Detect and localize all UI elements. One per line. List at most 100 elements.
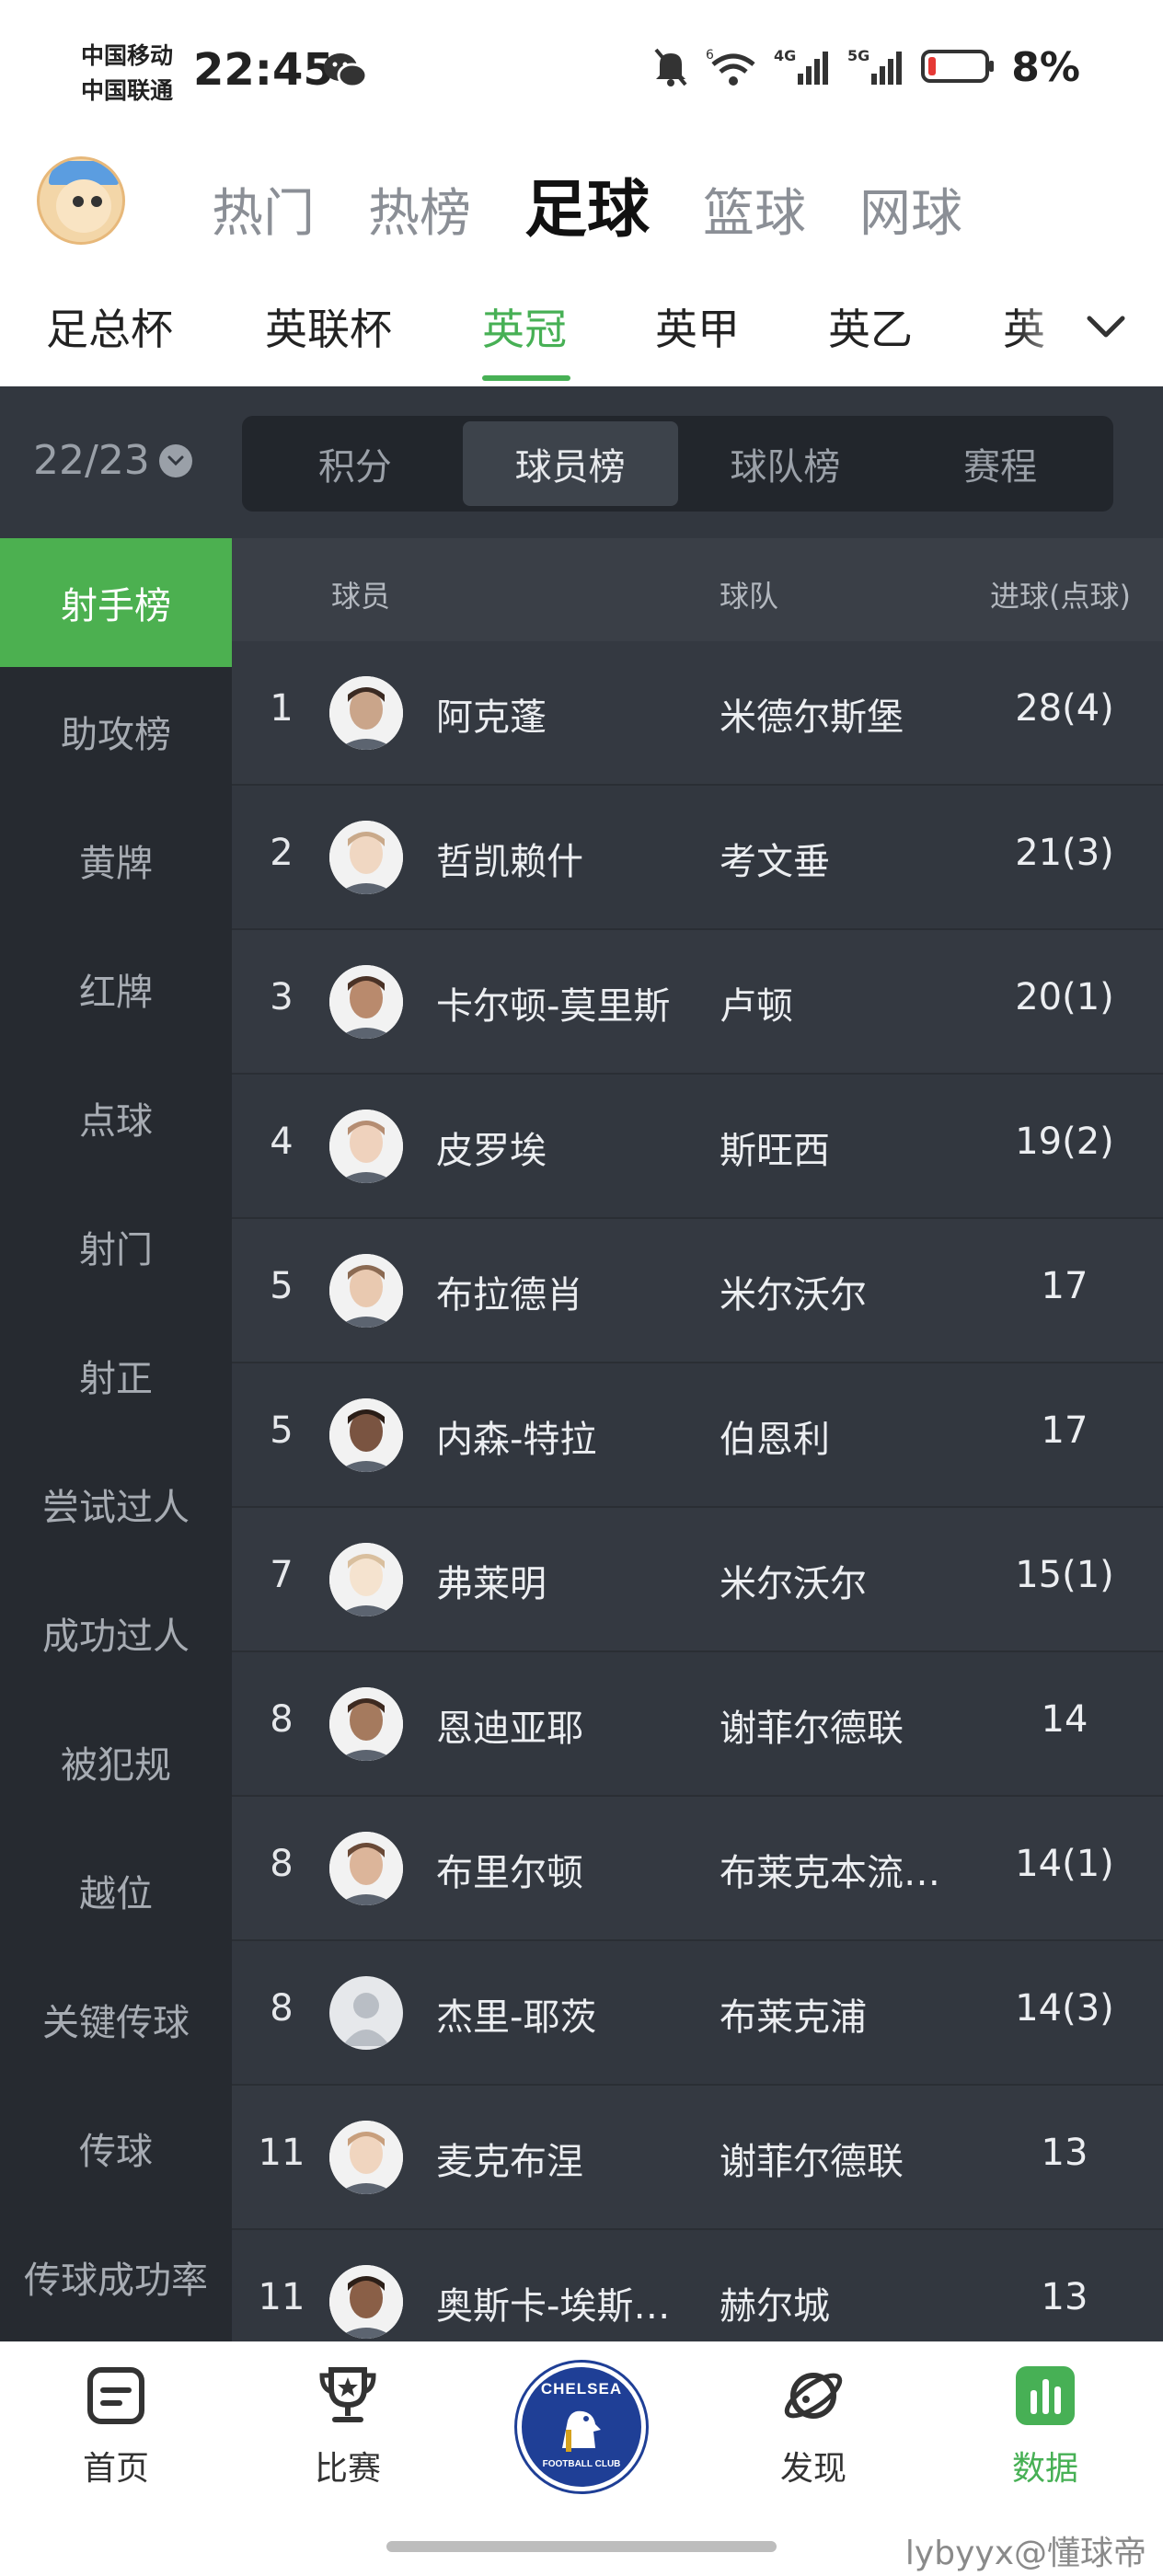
player-team[interactable]: 谢菲尔德联 (720, 1698, 950, 1752)
nav-home[interactable]: 首页 (42, 2363, 190, 2490)
league-expand[interactable] (1016, 267, 1163, 386)
player-team[interactable]: 赫尔城 (720, 2276, 950, 2329)
player-name[interactable]: 弗莱明 (436, 1554, 689, 1607)
sidebar-item-pass-accuracy[interactable]: 传球成功率 (0, 2213, 232, 2341)
player-team[interactable]: 卢顿 (720, 976, 950, 1029)
sidebar-item-shots-on-target[interactable]: 射正 (0, 1311, 232, 1440)
table-row[interactable]: 11 奥斯卡-埃斯… 赫尔城 13 (232, 2230, 1163, 2341)
league-tab-efl-cup[interactable]: 英联杯 (265, 296, 392, 357)
sidebar-item-offsides[interactable]: 越位 (0, 1826, 232, 1955)
player-name[interactable]: 皮罗埃 (436, 1121, 689, 1174)
player-name[interactable]: 麦克布涅 (436, 2132, 689, 2185)
sidebar-item-dribbles-successful[interactable]: 成功过人 (0, 1569, 232, 1697)
seg-standings[interactable]: 积分 (248, 421, 463, 506)
player-goals: 13 (1041, 2276, 1088, 2318)
nav-discover[interactable]: 发现 (740, 2363, 887, 2490)
app-avatar[interactable] (37, 156, 125, 245)
player-name[interactable]: 卡尔顿-莫里斯 (436, 976, 689, 1029)
tab-football[interactable]: 足球 (524, 158, 650, 249)
sidebar-item-key-passes[interactable]: 关键传球 (0, 1955, 232, 2084)
tab-hot[interactable]: 热门 (212, 172, 315, 247)
player-name[interactable]: 阿克蓬 (436, 687, 689, 741)
seg-schedule[interactable]: 赛程 (892, 421, 1108, 506)
table-row[interactable]: 5 布拉德肖 米尔沃尔 17 (232, 1219, 1163, 1363)
sidebar-item-penalties[interactable]: 点球 (0, 1053, 232, 1182)
league-tab-league-one[interactable]: 英甲 (655, 296, 740, 357)
sidebar-item-shots[interactable]: 射门 (0, 1182, 232, 1311)
player-team[interactable]: 米尔沃尔 (720, 1265, 950, 1318)
chevron-down-icon[interactable] (1086, 313, 1126, 344)
player-team[interactable]: 布莱克本流… (720, 1843, 950, 1896)
player-avatar[interactable] (329, 1543, 403, 1616)
player-avatar[interactable] (329, 1976, 403, 2050)
table-row[interactable]: 8 布里尔顿 布莱克本流… 14(1) (232, 1797, 1163, 1941)
player-avatar[interactable] (329, 1832, 403, 1905)
player-team[interactable]: 谢菲尔德联 (720, 2132, 950, 2185)
player-avatar[interactable] (329, 1398, 403, 1472)
sidebar-item-fouled[interactable]: 被犯规 (0, 1697, 232, 1826)
player-rank: 8 (270, 1987, 294, 2030)
player-avatar[interactable] (329, 2265, 403, 2339)
table-header: 球员 球队 进球(点球) (232, 538, 1163, 641)
league-tab-league-two[interactable]: 英乙 (828, 296, 913, 357)
player-avatar[interactable] (329, 1687, 403, 1761)
sidebar-item-red-cards[interactable]: 红牌 (0, 925, 232, 1053)
table-row[interactable]: 8 恩迪亚耶 谢菲尔德联 14 (232, 1652, 1163, 1797)
player-name[interactable]: 布拉德肖 (436, 1265, 689, 1318)
table-row[interactable]: 4 皮罗埃 斯旺西 19(2) (232, 1075, 1163, 1219)
player-avatar[interactable] (329, 1254, 403, 1328)
player-rank: 2 (270, 832, 294, 874)
signal-4g-icon: 4G (774, 46, 831, 90)
table-row[interactable]: 8 杰里-耶茨 布莱克浦 14(3) (232, 1941, 1163, 2086)
tab-basketball[interactable]: 篮球 (703, 172, 806, 247)
view-segment: 积分 球员榜 球队榜 赛程 (242, 416, 1113, 512)
sidebar-item-dribbles-attempted[interactable]: 尝试过人 (0, 1440, 232, 1569)
player-name[interactable]: 布里尔顿 (436, 1843, 689, 1896)
nav-matches[interactable]: 比赛 (274, 2363, 421, 2490)
table-row[interactable]: 1 阿克蓬 米德尔斯堡 28(4) (232, 641, 1163, 786)
mute-icon (652, 46, 689, 90)
league-tab-fa-cup[interactable]: 足总杯 (46, 296, 173, 357)
player-team[interactable]: 斯旺西 (720, 1121, 950, 1174)
top-nav: 热门 热榜 足球 篮球 网球 (0, 138, 1163, 258)
sidebar-item-goals[interactable]: 射手榜 (0, 538, 232, 667)
player-avatar[interactable] (329, 2121, 403, 2194)
season-selector[interactable]: 22/23 (33, 437, 192, 484)
player-avatar[interactable] (329, 676, 403, 750)
player-name[interactable]: 奥斯卡-埃斯… (436, 2276, 689, 2329)
sidebar-item-yellow-cards[interactable]: 黄牌 (0, 796, 232, 925)
sidebar-item-passes[interactable]: 传球 (0, 2084, 232, 2213)
sidebar-item-assists[interactable]: 助攻榜 (0, 667, 232, 796)
table-row[interactable]: 3 卡尔顿-莫里斯 卢顿 20(1) (232, 930, 1163, 1075)
player-team[interactable]: 伯恩利 (720, 1409, 950, 1463)
table-row[interactable]: 5 内森-特拉 伯恩利 17 (232, 1363, 1163, 1508)
nav-data[interactable]: 数据 (972, 2363, 1119, 2490)
trophy-icon (315, 2367, 381, 2432)
table-row[interactable]: 7 弗莱明 米尔沃尔 15(1) (232, 1508, 1163, 1652)
signal-5g-icon: 5G (847, 46, 904, 90)
player-name[interactable]: 哲凯赖什 (436, 832, 689, 885)
main-tabs: 热门 热榜 足球 篮球 网球 (212, 158, 962, 249)
player-goals: 20(1) (1015, 976, 1114, 1018)
player-avatar[interactable] (329, 1110, 403, 1183)
player-team[interactable]: 米德尔斯堡 (720, 687, 950, 741)
club-badge[interactable]: CHELSEA FOOTBALL CLUB (517, 2363, 646, 2491)
player-team[interactable]: 米尔沃尔 (720, 1554, 950, 1607)
player-avatar[interactable] (329, 821, 403, 894)
player-name[interactable]: 内森-特拉 (436, 1409, 689, 1463)
league-tab-championship[interactable]: 英冠 (482, 296, 567, 357)
player-rank: 11 (258, 2276, 305, 2318)
seg-team-ranking[interactable]: 球队榜 (678, 421, 893, 506)
player-team[interactable]: 布莱克浦 (720, 1987, 950, 2041)
tab-tennis[interactable]: 网球 (859, 172, 962, 247)
home-indicator (386, 2541, 777, 2552)
tab-trending[interactable]: 热榜 (368, 172, 471, 247)
player-name[interactable]: 恩迪亚耶 (436, 1698, 689, 1752)
header-goals: 进球(点球) (990, 579, 1131, 614)
player-name[interactable]: 杰里-耶茨 (436, 1987, 689, 2041)
seg-player-ranking[interactable]: 球员榜 (462, 421, 678, 506)
player-avatar[interactable] (329, 965, 403, 1039)
table-row[interactable]: 11 麦克布涅 谢菲尔德联 13 (232, 2086, 1163, 2230)
player-team[interactable]: 考文垂 (720, 832, 950, 885)
table-row[interactable]: 2 哲凯赖什 考文垂 21(3) (232, 786, 1163, 930)
